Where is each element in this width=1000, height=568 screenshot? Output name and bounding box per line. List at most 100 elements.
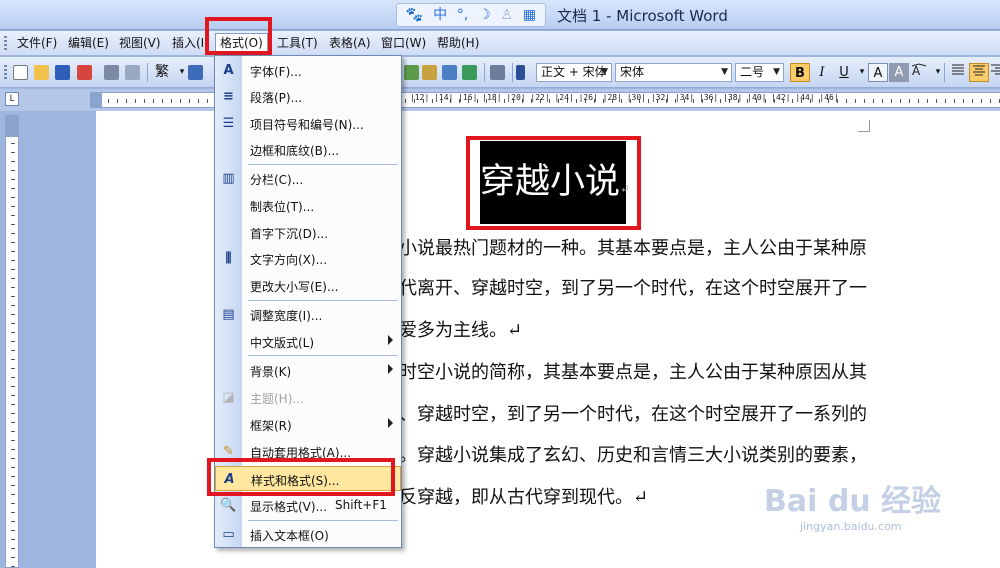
document-line[interactable]: 反穿越，即从古代穿到现代。↵: [399, 483, 648, 509]
drawing-icon[interactable]: [404, 65, 419, 80]
menu-item-bullets[interactable]: ☰ 项目符号和编号(N)...: [215, 111, 401, 136]
user-icon[interactable]: ♙: [500, 5, 513, 25]
menu-file[interactable]: 文件(F): [17, 35, 57, 52]
menu-item-borders[interactable]: 边框和底纹(B)...: [215, 137, 401, 162]
bullets-icon: ☰: [222, 116, 235, 131]
print-preview-icon[interactable]: [125, 65, 140, 80]
ime-mode-label[interactable]: 中: [433, 5, 447, 25]
menu-view[interactable]: 视图(V): [119, 35, 161, 52]
menu-item-columns[interactable]: ▥ 分栏(C)...: [215, 166, 401, 191]
columns-toolbar-icon[interactable]: [490, 65, 505, 80]
menu-item-asian-layout[interactable]: 中文版式(L): [215, 329, 401, 354]
paw-icon[interactable]: 🐾: [406, 5, 423, 25]
menu-separator: [248, 164, 398, 165]
menu-tools[interactable]: 工具(T): [277, 35, 318, 52]
toolbar-grip-icon[interactable]: [4, 65, 7, 80]
menu-item-paragraph[interactable]: ≡ 段落(P)...: [215, 84, 401, 109]
align-right-icon[interactable]: [990, 63, 1000, 82]
adjust-width-icon: ▤: [222, 307, 235, 322]
spelling-icon[interactable]: [188, 65, 203, 80]
menu-item-frames[interactable]: 框架(R): [215, 412, 401, 437]
menu-table[interactable]: 表格(A): [329, 35, 371, 52]
ruler-numbers: |12| |14| |16| |18| |20| |22| |24| |26| …: [410, 93, 839, 102]
menu-edit[interactable]: 编辑(E): [68, 35, 109, 52]
italic-button[interactable]: I: [812, 63, 832, 82]
document-line[interactable]: 。穿越小说集成了玄幻、历史和言情三大小说类别的要素，: [399, 441, 867, 467]
menu-help[interactable]: 帮助(H): [437, 35, 479, 52]
submenu-arrow-icon: [388, 364, 393, 374]
underline-button[interactable]: U: [834, 63, 854, 82]
menu-item-label: 段落(P)...: [250, 91, 303, 105]
phonetic-guide-icon[interactable]: A: [909, 63, 929, 82]
menu-item-text-direction[interactable]: ⫼ 文字方向(X)...: [215, 246, 401, 271]
menu-window[interactable]: 窗口(W): [381, 35, 426, 52]
menubar-grip-icon[interactable]: [4, 36, 7, 51]
document-line[interactable]: 时空小说的简称，其基本要点是，主人公由于某种原因从其: [399, 358, 867, 384]
menu-item-label: 首字下沉(D)...: [250, 227, 329, 241]
menu-item-font[interactable]: A 字体(F)...: [215, 58, 401, 83]
font-size-select[interactable]: 二号 ▼: [735, 63, 784, 82]
menu-item-label: 字体(F)...: [250, 65, 302, 79]
insert-excel-icon[interactable]: [462, 65, 477, 80]
menu-item-adjust-width[interactable]: ▤ 调整宽度(I)...: [215, 302, 401, 327]
menu-item-change-case[interactable]: 更改大小写(E)...: [215, 273, 401, 298]
toolbar: 繁 ▾ 正文 + 宋体 ▼ 宋体 ▼ 二号 ▼ B I U ▾ A A A ▾: [0, 57, 1000, 88]
center-align-icon[interactable]: [969, 63, 989, 82]
insert-picture-icon[interactable]: [422, 65, 437, 80]
bold-button[interactable]: B: [790, 63, 810, 82]
toolbar-separator: [944, 63, 945, 82]
menu-item-insert-textbox[interactable]: ▭ 插入文本框(O): [215, 522, 401, 547]
menu-insert[interactable]: 插入(I): [172, 35, 209, 52]
save-icon[interactable]: [55, 65, 70, 80]
styles-highlight-box: [207, 458, 395, 496]
menu-bar: 文件(F) 编辑(E) 视图(V) 插入(I) 格式(O) 工具(T) 表格(A…: [0, 31, 1000, 56]
ruler-margin-marker[interactable]: [90, 92, 102, 108]
chevron-down-icon: ▼: [773, 67, 780, 77]
style-select[interactable]: 正文 + 宋体 ▼: [536, 63, 612, 82]
menu-item-label: 调整宽度(I)...: [250, 309, 323, 323]
document-line[interactable]: 小说最热门题材的一种。其基本要点是，主人公由于某种原: [399, 234, 867, 260]
textbox-icon: ▭: [222, 527, 235, 542]
style-select-value: 正文 + 宋体: [541, 65, 607, 79]
menu-item-reveal-formatting[interactable]: 🔍 显示格式(V)... Shift+F1: [215, 493, 401, 518]
baidu-watermark: Bai du 经验: [764, 484, 942, 519]
text-direction-icon: ⫼: [225, 251, 232, 266]
document-line[interactable]: 爱多为主线。↵: [399, 316, 522, 342]
menu-item-label: 主题(H)...: [250, 392, 304, 406]
menu-item-label: 更改大小写(E)...: [250, 280, 339, 294]
document-line[interactable]: 、穿越时空，到了另一个时代，在这个时空展开了一系列的: [399, 400, 867, 426]
toolbar-separator: [512, 63, 513, 82]
permission-icon[interactable]: [77, 65, 92, 80]
ime-toolbar[interactable]: 🐾 中 °, ☽ ♙ ▦: [396, 3, 546, 27]
vertical-ruler[interactable]: [5, 115, 19, 568]
menu-item-tabs[interactable]: 制表位(T)...: [215, 193, 401, 218]
tab-selector[interactable]: L: [5, 92, 19, 106]
character-border-button[interactable]: A: [868, 63, 888, 82]
theme-icon: ◪: [222, 390, 235, 405]
menu-item-theme[interactable]: ◪ 主题(H)...: [215, 385, 401, 410]
menu-item-label: 框架(R): [250, 419, 292, 433]
punctuation-icon[interactable]: °,: [457, 5, 468, 25]
toolbar-separator: [484, 63, 485, 82]
phonetic-dropdown-icon[interactable]: ▾: [928, 63, 948, 82]
character-shading-button[interactable]: A: [889, 63, 909, 82]
toolbar-options-icon[interactable]: [516, 65, 525, 80]
justify-icon[interactable]: [948, 63, 968, 82]
print-icon[interactable]: [104, 65, 119, 80]
open-folder-icon[interactable]: [34, 65, 49, 80]
menu-shortcut: Shift+F1: [335, 498, 387, 512]
font-select[interactable]: 宋体 ▼: [615, 63, 732, 82]
traditional-chinese-button[interactable]: 繁: [152, 63, 172, 82]
insert-table-icon[interactable]: [442, 65, 457, 80]
submenu-arrow-icon: [388, 335, 393, 345]
document-line[interactable]: 代离开、穿越时空，到了另一个时代，在这个时空展开了一: [399, 274, 867, 300]
grid-icon[interactable]: ▦: [523, 5, 536, 25]
new-document-icon[interactable]: [13, 65, 28, 80]
submenu-arrow-icon: [388, 418, 393, 428]
baidu-watermark-url: jingyan.baidu.com: [800, 520, 902, 533]
menu-item-label: 制表位(T)...: [250, 200, 315, 214]
vertical-ruler-margin[interactable]: [5, 115, 19, 137]
moon-icon[interactable]: ☽: [478, 5, 491, 25]
menu-item-drop-cap[interactable]: 首字下沉(D)...: [215, 220, 401, 245]
menu-item-background[interactable]: 背景(K): [215, 358, 401, 383]
